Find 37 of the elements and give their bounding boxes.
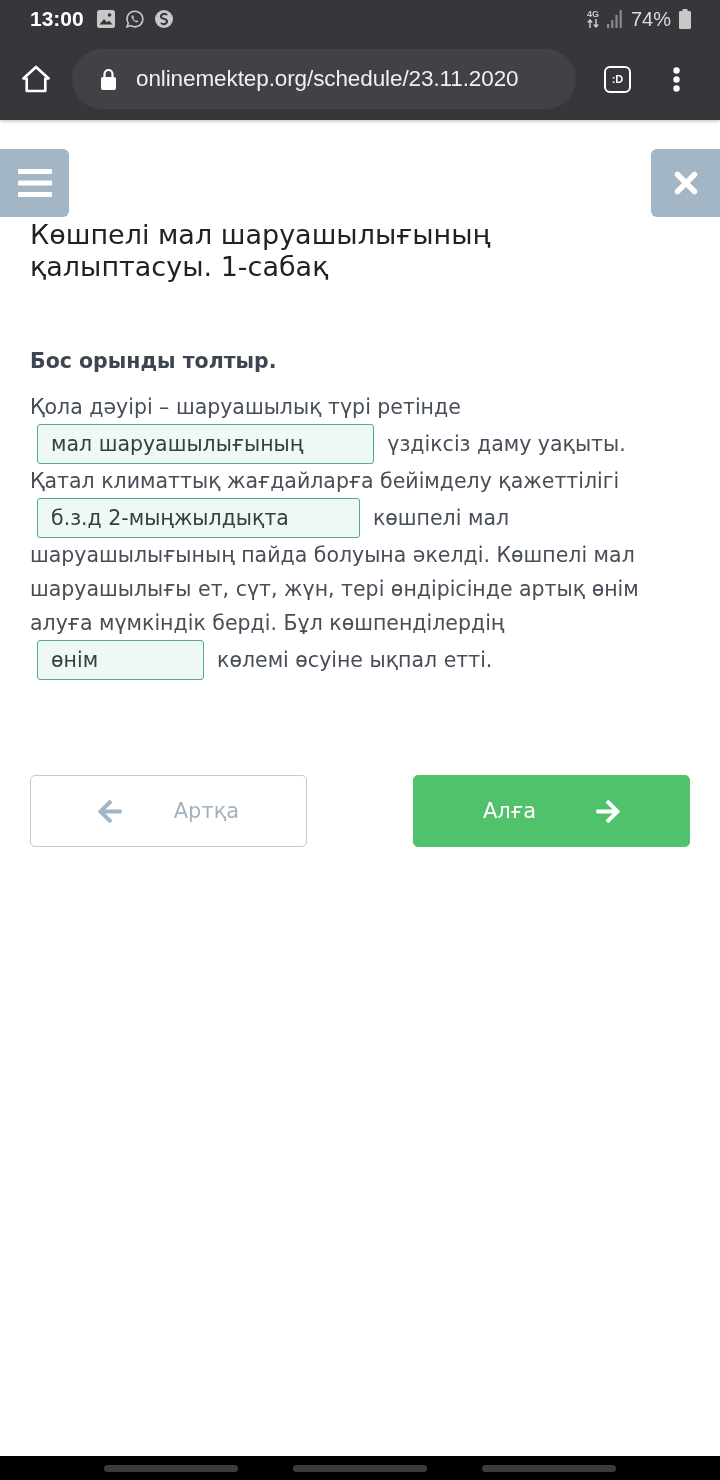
answer-box[interactable]: өнім bbox=[37, 640, 204, 680]
tab-switcher-button[interactable]: :D bbox=[604, 65, 631, 93]
chat-bubble-icon bbox=[125, 10, 144, 28]
back-gesture-icon[interactable] bbox=[482, 1465, 616, 1472]
passage-text: көшпелі мал bbox=[372, 505, 510, 532]
recents-gesture-icon[interactable] bbox=[104, 1465, 238, 1472]
arrow-right-icon bbox=[596, 799, 621, 823]
battery-icon bbox=[679, 9, 691, 29]
lock-icon bbox=[100, 68, 117, 90]
menu-toggle-button[interactable] bbox=[0, 149, 69, 217]
lesson-title: Көшпелі мал шаруашылығының қалыптасуы. 1-сабақ bbox=[30, 219, 492, 283]
signal-icon bbox=[606, 10, 622, 28]
image-icon bbox=[96, 10, 115, 28]
address-bar[interactable]: onlinemektep.org/schedule/23.11.2020 bbox=[72, 49, 576, 109]
close-icon bbox=[673, 171, 698, 195]
clock-time: 13:00 bbox=[30, 7, 84, 31]
passage-text: көлемі өсуіне ықпал етті. bbox=[217, 647, 493, 674]
answer-box[interactable]: мал шаруашылығының bbox=[37, 424, 375, 464]
passage-text: шаруашылығы ет, сүт, жүн, тері өндірісінде артық өнім bbox=[30, 576, 639, 603]
close-button[interactable] bbox=[651, 149, 720, 217]
passage-text: шаруашылығының пайда болуына әкелді. Көшпелі мал bbox=[30, 542, 635, 569]
answer-box[interactable]: б.з.д 2-мыңжылдықта bbox=[37, 498, 360, 538]
home-gesture-icon[interactable] bbox=[293, 1465, 427, 1472]
menu-icon bbox=[17, 169, 52, 197]
network-type: 4G bbox=[586, 10, 599, 19]
more-menu-button[interactable] bbox=[673, 66, 680, 92]
passage-text: Қола дәуірі – шаруашылық түрі ретінде bbox=[30, 394, 461, 421]
passage-text: Қатал климаттық жағдайларға бейімделу қажеттілігі bbox=[30, 468, 620, 495]
passage-text: үздіксіз даму уақыты. bbox=[387, 431, 626, 458]
home-button[interactable] bbox=[22, 65, 50, 93]
arrow-left-icon bbox=[97, 799, 122, 823]
transfer-arrows-icon bbox=[586, 19, 599, 28]
url-text: onlinemektep.org/schedule/23.11.2020 bbox=[136, 66, 519, 92]
passage-text: алуға мүмкіндік берді. Бұл көшпенділердің bbox=[30, 610, 505, 637]
task-instruction: Бос орынды толтыр. bbox=[30, 348, 277, 375]
swirl-icon bbox=[154, 10, 173, 28]
battery-percent: 74% bbox=[630, 8, 671, 30]
